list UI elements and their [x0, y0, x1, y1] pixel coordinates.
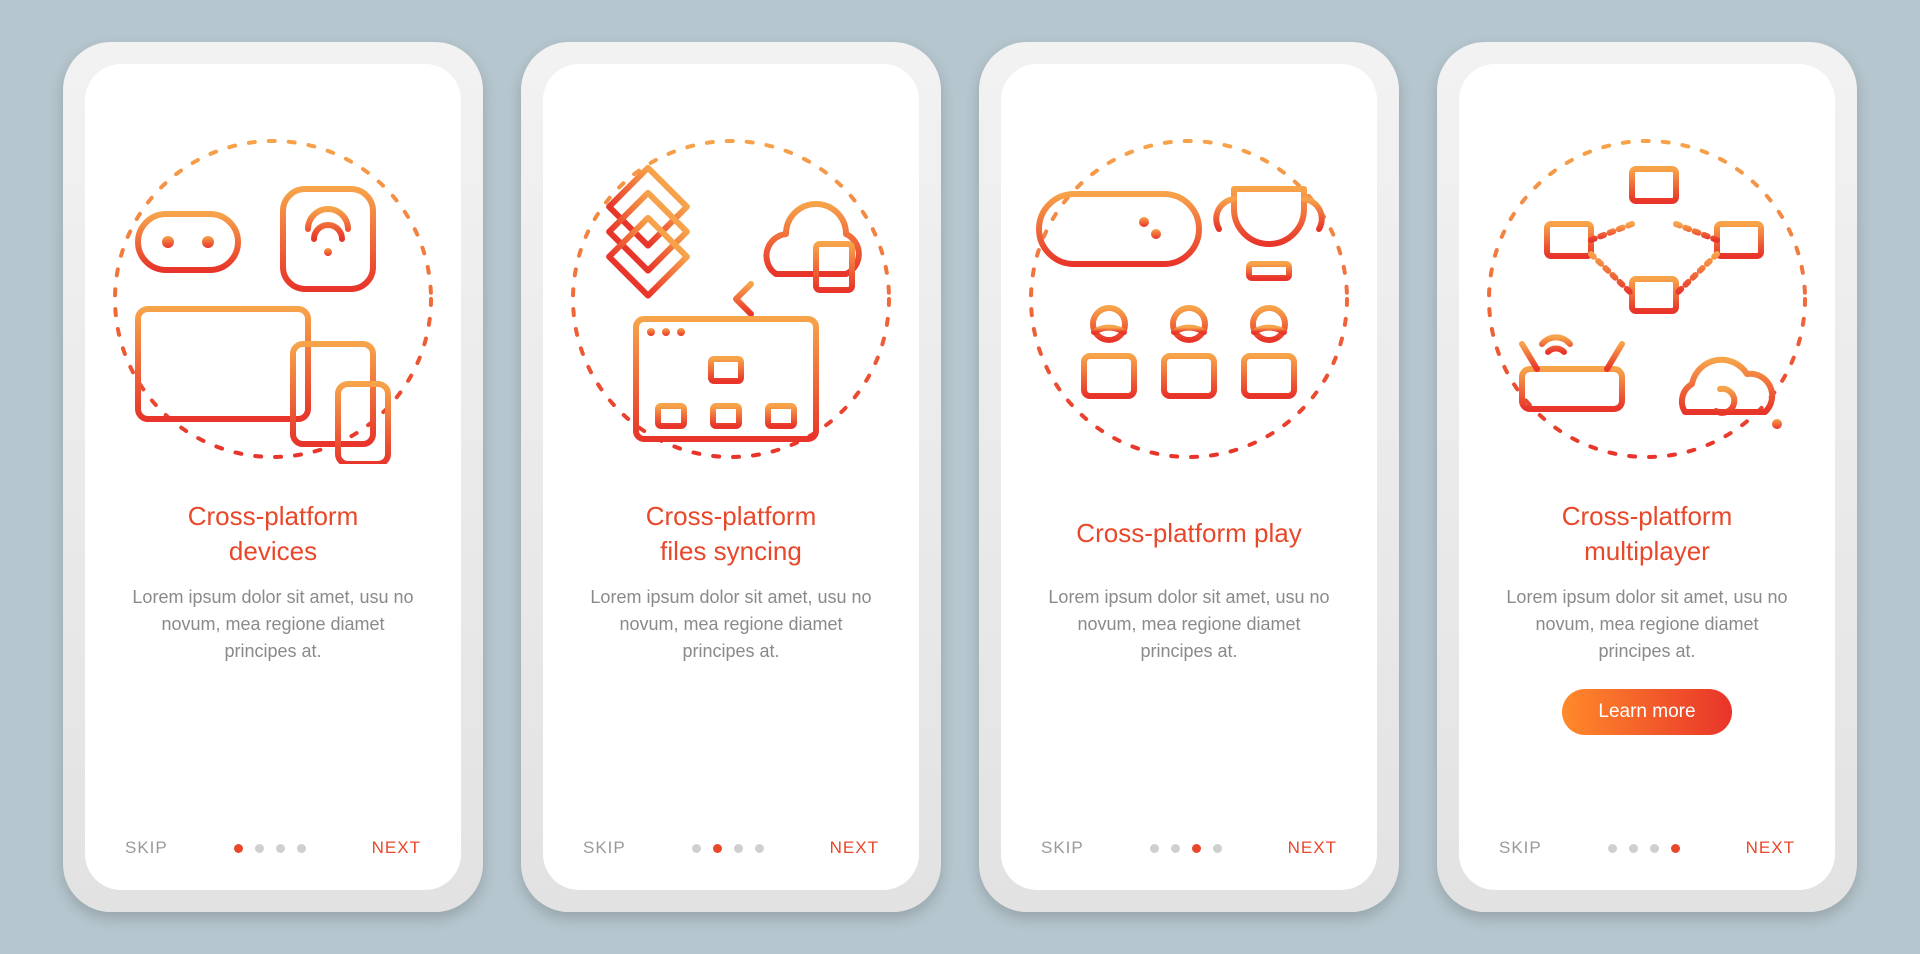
- next-button[interactable]: NEXT: [830, 838, 879, 858]
- page-indicator: [1608, 844, 1680, 853]
- dot: [1629, 844, 1638, 853]
- page-indicator: [1150, 844, 1222, 853]
- dot: [1671, 844, 1680, 853]
- dot: [1150, 844, 1159, 853]
- dot: [713, 844, 722, 853]
- skip-button[interactable]: SKIP: [1499, 838, 1542, 858]
- screen-title: Cross-platformmultiplayer: [1562, 498, 1732, 570]
- dot: [1171, 844, 1180, 853]
- skip-button[interactable]: SKIP: [1041, 838, 1084, 858]
- devices-illustration-icon: [108, 134, 438, 464]
- phone-row: Cross-platformdevices Lorem ipsum dolor …: [63, 42, 1857, 912]
- screen-description: Lorem ipsum dolor sit amet, usu no novum…: [1489, 584, 1805, 665]
- next-button[interactable]: NEXT: [1288, 838, 1337, 858]
- dot: [734, 844, 743, 853]
- screen-description: Lorem ipsum dolor sit amet, usu no novum…: [1031, 584, 1347, 665]
- page-indicator: [234, 844, 306, 853]
- screen-2: Cross-platformfiles syncing Lorem ipsum …: [543, 64, 919, 890]
- phone-frame: Cross-platform play Lorem ipsum dolor si…: [979, 42, 1399, 912]
- screen-description: Lorem ipsum dolor sit amet, usu no novum…: [115, 584, 431, 665]
- skip-button[interactable]: SKIP: [583, 838, 626, 858]
- screen-1: Cross-platformdevices Lorem ipsum dolor …: [85, 64, 461, 890]
- next-button[interactable]: NEXT: [1746, 838, 1795, 858]
- screen-title: Cross-platformfiles syncing: [646, 498, 816, 570]
- screen-footer: SKIP NEXT: [1459, 838, 1835, 858]
- screen-footer: SKIP NEXT: [543, 838, 919, 858]
- multiplayer-illustration-icon: [1482, 134, 1812, 464]
- dot: [1192, 844, 1201, 853]
- screen-4: Cross-platformmultiplayer Lorem ipsum do…: [1459, 64, 1835, 890]
- phone-frame: Cross-platformfiles syncing Lorem ipsum …: [521, 42, 941, 912]
- dot: [255, 844, 264, 853]
- phone-frame: Cross-platformmultiplayer Lorem ipsum do…: [1437, 42, 1857, 912]
- dot: [1608, 844, 1617, 853]
- play-illustration-icon: [1024, 134, 1354, 464]
- dot: [692, 844, 701, 853]
- screen-title: Cross-platform play: [1076, 498, 1301, 570]
- files-sync-illustration-icon: [566, 134, 896, 464]
- dot: [1650, 844, 1659, 853]
- dot: [1213, 844, 1222, 853]
- skip-button[interactable]: SKIP: [125, 838, 168, 858]
- screen-footer: SKIP NEXT: [1001, 838, 1377, 858]
- screen-3: Cross-platform play Lorem ipsum dolor si…: [1001, 64, 1377, 890]
- screen-title: Cross-platformdevices: [188, 498, 358, 570]
- screen-description: Lorem ipsum dolor sit amet, usu no novum…: [573, 584, 889, 665]
- page-indicator: [692, 844, 764, 853]
- dot: [234, 844, 243, 853]
- next-button[interactable]: NEXT: [372, 838, 421, 858]
- dot: [297, 844, 306, 853]
- dot: [755, 844, 764, 853]
- phone-frame: Cross-platformdevices Lorem ipsum dolor …: [63, 42, 483, 912]
- learn-more-button[interactable]: Learn more: [1562, 689, 1731, 735]
- dot: [276, 844, 285, 853]
- screen-footer: SKIP NEXT: [85, 838, 461, 858]
